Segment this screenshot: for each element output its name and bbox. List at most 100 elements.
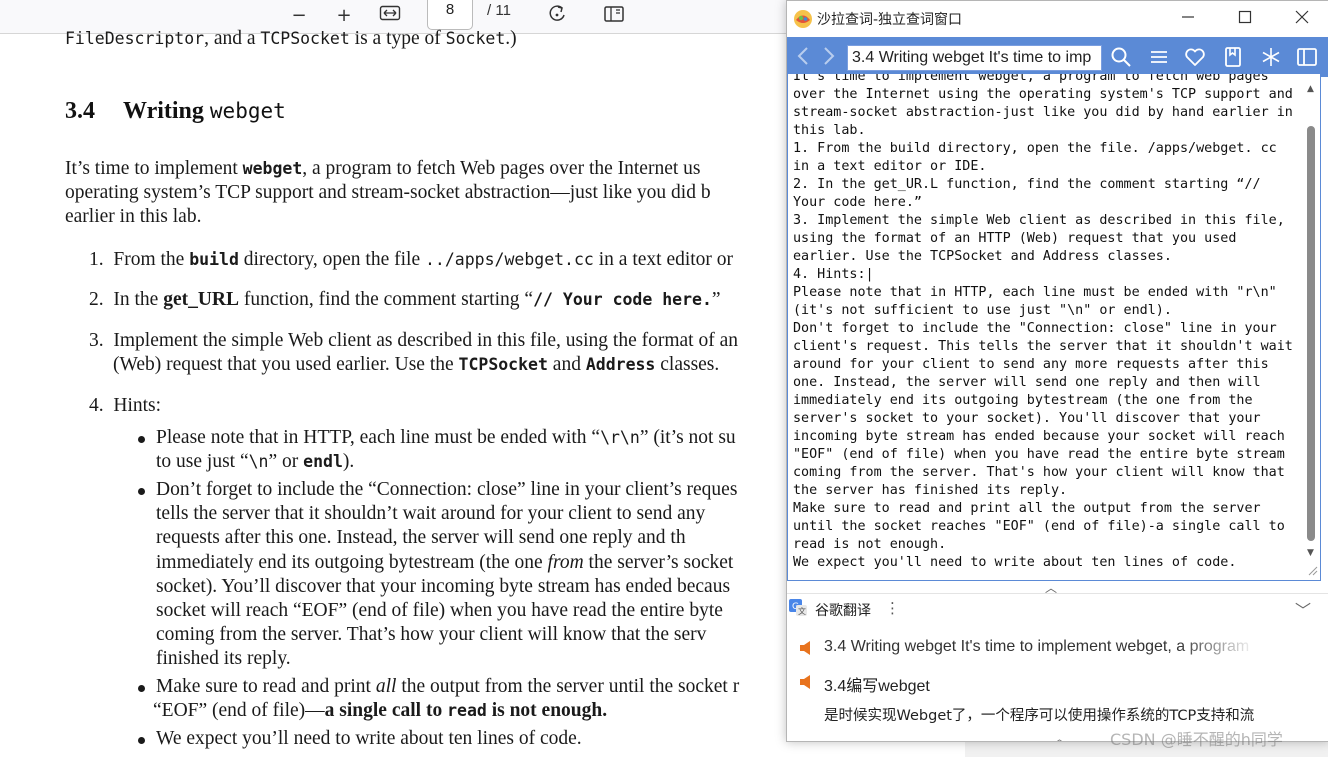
page-number-input[interactable]: 8 [427,0,473,30]
google-translate-icon: G文 [789,599,807,616]
text: ” (it’s not su [639,427,736,448]
dictionary-window: 沙拉查词-独立查词窗口 3.4 Writing webget It's time… [786,0,1328,742]
window-title: 沙拉查词-独立查词窗口 [817,12,963,28]
text: Make sure to read and print [156,676,376,697]
text: the server’s socket [583,552,734,573]
text: Hints: [113,395,162,416]
close-button[interactable] [1287,7,1317,31]
hint-2-line-2: tells the server that it shouldn’t wait … [156,503,706,524]
code-text: Address [585,355,656,374]
scrollbar-thumb[interactable] [1307,126,1315,541]
list-item-4: 4. Hints: [89,395,161,417]
hint-2-line-5: socket). You’ll discover that your incom… [156,576,731,597]
text: ). [342,451,355,472]
code-text: \n [248,452,269,471]
list-item-3: 3. Implement the simple Web client as de… [89,330,738,352]
code-text: endl [303,452,343,471]
function-name: get_URL [163,289,240,310]
rotate-icon [549,5,565,21]
sidebar-icon [1297,48,1317,66]
text: , a program to fetch Web pages over the … [302,158,701,179]
saladict-logo-icon [794,10,812,28]
speaker-icon[interactable] [799,674,813,690]
bold-text: a single call to [324,700,448,721]
hint-2-line-4: immediately end its outgoing bytestream … [156,552,733,574]
speaker-icon[interactable] [799,640,813,656]
hint-1-line-2: to use just “\n” or endl). [156,451,354,473]
forward-button[interactable] [821,45,837,72]
search-icon [1111,47,1131,67]
bold-text: is not enough. [486,700,608,721]
search-button[interactable] [1109,45,1135,71]
section-title: Writing [123,98,210,124]
code-text: webget [242,159,303,178]
fit-page-button[interactable] [378,4,402,28]
fit-width-icon [379,5,401,21]
notebook-icon [1225,47,1241,67]
bullet [138,685,145,692]
more-options-icon[interactable]: ⋮ [885,599,900,617]
section-title-code: webget [209,99,286,123]
list-number: 1. [89,249,104,270]
text: to use just “ [156,451,249,472]
engine-name[interactable]: 谷歌翻译 [815,600,871,620]
scrollbar[interactable]: ▲ ▼ [1305,78,1318,578]
search-input[interactable]: 3.4 Writing webget It's time to imp [847,45,1102,71]
menu-button[interactable] [1147,45,1173,71]
chevron-down-icon[interactable]: ﹀ [1295,597,1311,621]
text: directory, open the file [238,249,425,270]
favorite-button[interactable] [1183,45,1209,71]
watermark: CSDN @睡不醒的h同学 [1110,730,1283,749]
bullet [138,436,145,443]
hint-2-line-1: Don’t forget to include the “Connection:… [156,479,738,500]
snowflake-icon [1262,48,1280,66]
text: ” or [268,451,304,472]
text: In the [113,289,164,310]
rotate-button[interactable] [545,4,569,28]
svg-text:文: 文 [798,606,806,616]
code-text: // Your code here. [533,290,712,309]
text: It’s time to implement [65,158,243,179]
source-text-area[interactable]: It's time to implement webget, a program… [787,73,1321,581]
sidebar-toggle-button[interactable] [1295,45,1321,71]
list-number: 2. [89,289,104,310]
text: (Web) request that you used earlier. Use… [113,354,459,375]
list-item-1: 1. From the build directory, open the fi… [89,249,733,271]
history-button[interactable] [1221,45,1247,71]
translation-panel: G文 谷歌翻译 ⋮ ﹀ 3.4 Writing webget It's time… [787,593,1328,741]
code-text: build [189,250,239,269]
zoom-in-button[interactable]: + [333,4,355,28]
minimize-button[interactable] [1173,7,1203,31]
list-number: 4. [89,395,104,416]
text: ” [711,289,721,310]
pdf-line-top: FileDescriptor, and a TCPSocket is a typ… [65,28,517,50]
menu-icon [1151,51,1167,63]
chevron-up-icon[interactable]: ︿ [1053,728,1066,741]
zoom-out-button[interactable]: − [288,4,310,28]
settings-button[interactable] [1259,45,1285,71]
scroll-up-arrow-icon[interactable]: ▲ [1307,84,1314,94]
back-button[interactable] [795,45,811,72]
hint-2-line-8: finished its reply. [156,648,291,669]
search-bar: 3.4 Writing webget It's time to imp [787,37,1328,77]
text: classes. [655,354,720,375]
resize-grip-icon[interactable] [1306,564,1318,576]
hint-4-line-1: We expect you’ll need to write about ten… [156,728,582,749]
hint-3-line-2: “EOF” (end of file)—a single call to rea… [153,700,607,722]
section-number: 3.4 [65,98,95,124]
text: and [547,354,586,375]
page-view-button[interactable] [602,4,626,28]
text: Please note that in HTTP, each line must… [156,427,601,448]
source-text[interactable]: It's time to implement webget, a program… [793,74,1298,572]
title-bar[interactable]: 沙拉查词-独立查词窗口 [787,1,1328,37]
scroll-down-arrow-icon[interactable]: ▼ [1307,548,1314,558]
text: immediately end its outgoing bytestream … [156,552,548,573]
italic-text: all [375,676,397,697]
maximize-button[interactable] [1230,7,1260,31]
translation-result-text: 是时候实现Webget了，一个程序可以使用操作系统的TCP支持和流 [824,708,1255,724]
intro-line-3: earlier in this lab. [65,206,202,227]
text: From the [113,249,190,270]
hint-3-line-1: Make sure to read and print all the outp… [156,676,739,698]
text: is a type of [349,28,446,49]
code-text: FileDescriptor [65,29,205,48]
